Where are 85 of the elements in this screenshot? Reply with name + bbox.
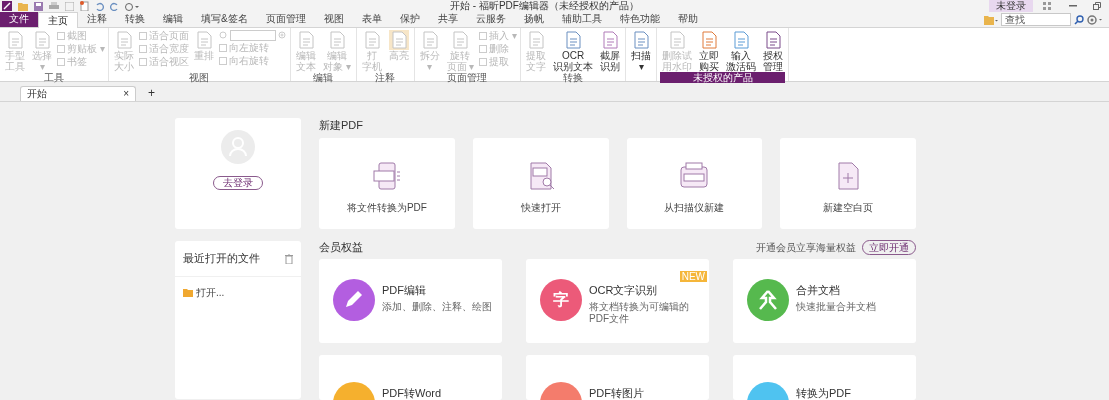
- folder-icon[interactable]: [984, 14, 998, 25]
- card-description: 将文档转换为可编辑的PDF文件: [589, 301, 690, 325]
- card-title: OCR文字识别: [589, 283, 659, 297]
- document-icon[interactable]: [763, 30, 784, 50]
- section-title: 新建PDF: [319, 118, 364, 132]
- ribbon-tab[interactable]: 保护: [390, 11, 429, 27]
- action-card[interactable]: 将文件转换为PDF: [319, 138, 455, 229]
- ribbon-tab[interactable]: 帮助: [668, 11, 707, 27]
- ribbon-button[interactable]: 截屏 识别: [598, 30, 623, 72]
- login-status[interactable]: 未登录: [989, 0, 1033, 12]
- feature-card[interactable]: 转换为PDF: [733, 355, 916, 400]
- ribbon-button[interactable]: 扫描 ▾: [629, 30, 654, 72]
- ribbon-tab[interactable]: 编辑: [154, 11, 192, 27]
- feature-card[interactable]: 合并文档 快速批量合并文档: [733, 259, 916, 343]
- document-icon[interactable]: [65, 1, 74, 11]
- grid-icon[interactable]: [1043, 2, 1051, 10]
- search-icon[interactable]: [1074, 14, 1084, 25]
- new-badge: NEW: [679, 271, 707, 282]
- card-description: 快速批量合并文档: [796, 301, 876, 313]
- feature-card[interactable]: PDF转Word: [319, 355, 502, 400]
- group-label: 工具: [42, 72, 65, 83]
- ribbon-tab[interactable]: 页面管理: [256, 11, 315, 27]
- promo-text: 开通会员立享海量权益: [756, 240, 856, 255]
- feature-card[interactable]: PDF编辑 添加、删除、注释、绘图: [319, 259, 502, 343]
- ribbon-tab[interactable]: 视图: [314, 11, 353, 27]
- ribbon-tab[interactable]: 表单: [352, 11, 391, 27]
- document-tab[interactable]: 开始 ×: [20, 86, 136, 101]
- open-file-link[interactable]: 打开...: [196, 287, 225, 299]
- group-label: 编辑: [312, 72, 335, 83]
- close-button[interactable]: ×: [123, 88, 129, 100]
- ribbon-button[interactable]: 输入 激活码: [724, 30, 759, 72]
- group-label: 注释: [375, 72, 397, 83]
- search-field[interactable]: 查找: [1001, 13, 1071, 26]
- restore-icon[interactable]: [1093, 2, 1101, 10]
- print-icon[interactable]: [49, 1, 59, 11]
- document-icon[interactable]: [731, 30, 752, 50]
- ribbon-button[interactable]: 授权 管理: [761, 30, 786, 72]
- group-label: 转换: [562, 72, 585, 83]
- ribbon-tab[interactable]: 填写&签名: [192, 11, 257, 27]
- redo-icon[interactable]: [110, 1, 119, 11]
- document-icon[interactable]: [699, 30, 720, 50]
- zoom-in-icon[interactable]: [277, 31, 287, 40]
- character-icon: 字: [540, 279, 582, 321]
- feature-card[interactable]: PDF转图片: [526, 355, 709, 400]
- section-title: 会员权益: [319, 239, 363, 255]
- folder-icon: [183, 289, 193, 297]
- action-card[interactable]: 新建空白页: [780, 138, 916, 229]
- card-title: PDF编辑: [382, 283, 427, 297]
- card-title: 转换为PDF: [796, 386, 851, 400]
- document-icon[interactable]: [600, 30, 621, 50]
- ribbon-tab[interactable]: 主页: [38, 12, 78, 28]
- minimize-icon[interactable]: [1069, 5, 1077, 7]
- ribbon-tab[interactable]: 辅助工具: [552, 11, 611, 27]
- settings-icon[interactable]: [1087, 14, 1103, 25]
- feature-card[interactable]: NEW 字 OCR文字识别 将文档转换为可编辑的PDF文件: [526, 259, 709, 343]
- trash-icon[interactable]: [285, 253, 293, 264]
- ribbon-button[interactable]: 立即 购买: [697, 30, 722, 72]
- ribbon-button[interactable]: OCR 识别文本: [551, 30, 596, 72]
- ribbon-tab[interactable]: 注释: [78, 11, 116, 27]
- tab-label: 开始: [27, 88, 47, 100]
- ribbon-tab[interactable]: 转换: [116, 11, 154, 27]
- zoom-field[interactable]: [229, 30, 276, 41]
- new-tab-button[interactable]: +: [146, 86, 157, 100]
- scanner-icon: [680, 162, 709, 190]
- group-label: 未授权的产品: [660, 72, 786, 83]
- action-card[interactable]: 从扫描仪新建: [626, 138, 763, 229]
- document-icon[interactable]: [563, 30, 584, 50]
- ribbon-tab[interactable]: 云服务: [466, 11, 515, 27]
- card-description: 添加、删除、注释、绘图: [382, 301, 492, 313]
- group-label: 视图: [188, 72, 211, 83]
- action-card[interactable]: 快速打开: [472, 138, 609, 229]
- ribbon-tab[interactable]: 特色功能: [610, 11, 669, 27]
- new-document-icon[interactable]: [80, 1, 89, 11]
- card-title: 合并文档: [796, 283, 841, 297]
- group-label: 页面管理: [446, 72, 489, 83]
- panel-title: 最近打开的文件: [183, 251, 260, 267]
- card-title: PDF转图片: [589, 386, 644, 400]
- ribbon-tab[interactable]: 共享: [428, 11, 467, 27]
- undo-icon[interactable]: [95, 1, 104, 11]
- save-icon[interactable]: [34, 1, 43, 11]
- card-title: PDF转Word: [382, 386, 442, 400]
- window-title: 开始 - 福昕PDF编辑器（未经授权的产品）: [450, 0, 639, 12]
- document-icon[interactable]: [631, 30, 652, 50]
- convert-to-pdf-icon: [372, 162, 401, 190]
- ribbon-tab[interactable]: 扬帆: [514, 11, 553, 27]
